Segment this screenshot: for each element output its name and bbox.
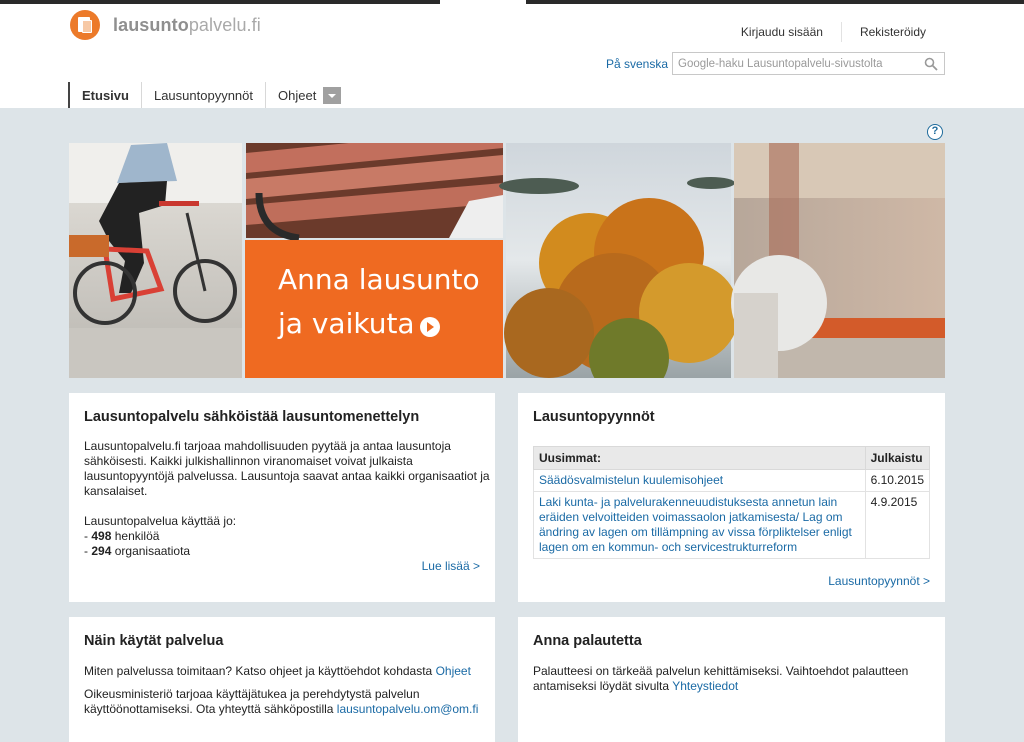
search-icon[interactable] — [924, 57, 938, 71]
hero-photo-collage — [69, 143, 945, 378]
card-title: Lausuntopyynnöt — [533, 409, 655, 425]
card-title: Lausuntopalvelu sähköistää lausuntomenet… — [84, 409, 420, 425]
requests-table: Uusimmat: Julkaistu Säädösvalmistelun ku… — [533, 446, 931, 559]
hero-photo-cyclist — [69, 143, 242, 378]
arrow-right-icon — [420, 317, 440, 337]
feedback-card: Anna palautetta Palautteesi on tärkeää p… — [518, 617, 945, 742]
site-search — [672, 52, 945, 75]
howto-paragraph-1: Miten palvelussa toimitaan? Katso ohjeet… — [84, 664, 471, 678]
main-navigation: Etusivu Lausuntopyynnöt Ohjeet — [68, 82, 353, 108]
cta-line-1: Anna lausunto — [278, 263, 480, 296]
contact-info-link[interactable]: Yhteystiedot — [672, 679, 738, 693]
logo-wordmark: lausuntopalvelu.fi — [113, 14, 261, 35]
about-service-card: Lausuntopalvelu sähköistää lausuntomenet… — [69, 393, 495, 602]
table-header-row: Uusimmat: Julkaistu — [533, 446, 931, 470]
organizations-count: 294 — [91, 544, 112, 558]
instructions-link[interactable]: Ohjeet — [436, 664, 471, 678]
swedish-language-link[interactable]: På svenska — [606, 57, 668, 71]
feedback-paragraph: Palautteesi on tärkeää palvelun kehittäm… — [533, 664, 909, 693]
request-link[interactable]: Laki kunta- ja palvelurakenneuudistukses… — [539, 495, 852, 554]
latest-requests-card: Lausuntopyynnöt Uusimmat: Julkaistu Sääd… — [518, 393, 945, 602]
hero-photo-elderly-man — [731, 143, 945, 378]
read-more-link[interactable]: Lue lisää > — [422, 559, 480, 573]
all-requests-link[interactable]: Lausuntopyynnöt > — [828, 574, 930, 588]
nav-tab-label: Lausuntopyynnöt — [153, 88, 253, 103]
card-title: Anna palautetta — [533, 633, 642, 649]
table-row: Säädösvalmistelun kuulemisohjeet 6.10.20… — [533, 469, 931, 492]
search-input[interactable] — [673, 53, 913, 74]
site-header: lausuntopalvelu.fi Kirjaudu sisään Rekis… — [0, 4, 1024, 108]
nav-tab-ohjeet[interactable]: Ohjeet — [265, 82, 353, 108]
chevron-down-icon[interactable] — [323, 87, 342, 104]
logo-document-icon — [70, 10, 100, 40]
account-links: Kirjaudu sisään Rekisteröidy — [723, 22, 944, 42]
about-description: Lausuntopalvelu.fi tarjoaa mahdollisuude… — [84, 439, 490, 498]
give-statement-cta[interactable]: Anna lausunto ja vaikuta — [245, 240, 503, 378]
column-header-published: Julkaistu — [864, 446, 931, 470]
nav-tab-etusivu[interactable]: Etusivu — [68, 82, 141, 108]
published-date: 6.10.2015 — [864, 469, 931, 492]
login-link[interactable]: Kirjaudu sisään — [723, 22, 841, 42]
column-header-latest: Uusimmat: — [533, 446, 866, 470]
site-logo[interactable]: lausuntopalvelu.fi — [70, 10, 261, 40]
help-icon[interactable]: ? — [927, 124, 943, 140]
how-to-use-card: Näin käytät palvelua Miten palvelussa to… — [69, 617, 495, 742]
usage-stats: Lausuntopalvelua käyttää jo: - 498 henki… — [84, 514, 237, 558]
published-date: 4.9.2015 — [864, 491, 931, 559]
hero-banner: Anna lausunto ja vaikuta — [69, 143, 945, 378]
nav-tab-lausuntopyynnot[interactable]: Lausuntopyynnöt — [140, 82, 265, 108]
table-row: Laki kunta- ja palvelurakenneuudistukses… — [533, 491, 931, 559]
persons-count: 498 — [91, 529, 112, 543]
cta-line-2: ja vaikuta — [278, 307, 415, 340]
request-link[interactable]: Säädösvalmistelun kuulemisohjeet — [539, 473, 723, 487]
nav-tab-label: Etusivu — [82, 88, 129, 103]
card-title: Näin käytät palvelua — [84, 633, 224, 649]
howto-paragraph-2: Oikeusministeriö tarjoaa käyttäjätukea j… — [84, 687, 479, 716]
hero-photo-bench — [246, 143, 503, 242]
support-email-link[interactable]: lausuntopalvelu.om@om.fi — [337, 702, 479, 716]
hero-photo-lake — [499, 143, 739, 378]
nav-tab-label: Ohjeet — [278, 88, 317, 103]
register-link[interactable]: Rekisteröidy — [840, 22, 944, 42]
